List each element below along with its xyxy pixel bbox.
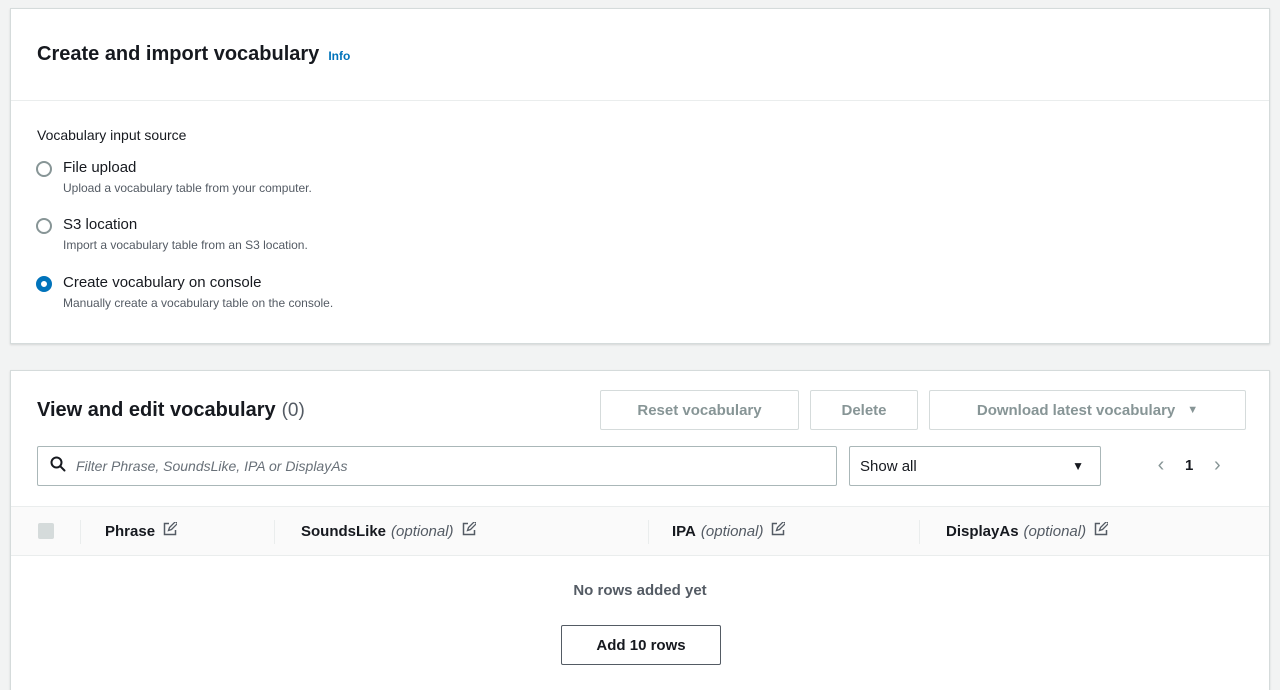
radio-label: File upload xyxy=(63,159,137,176)
reset-vocabulary-button[interactable]: Reset vocabulary xyxy=(600,390,799,430)
edit-icon[interactable] xyxy=(163,520,179,540)
create-import-panel: Create and import vocabulary Info Vocabu… xyxy=(10,8,1270,344)
select-all-checkbox[interactable] xyxy=(38,523,54,539)
input-source-label: Vocabulary input source xyxy=(37,127,187,143)
download-latest-vocabulary-button[interactable]: Download latest vocabulary ▼ xyxy=(929,390,1246,430)
caret-down-icon: ▼ xyxy=(1187,404,1199,416)
edit-icon[interactable] xyxy=(462,520,477,540)
chevron-left-icon[interactable]: ‹ xyxy=(1151,455,1171,475)
radio-label: S3 location xyxy=(63,216,138,233)
download-label: Download latest vocabulary xyxy=(976,401,1176,419)
edit-icon[interactable] xyxy=(1094,520,1110,540)
create-panel-header: Create and import vocabulary Info xyxy=(11,9,1269,101)
view-edit-panel: View and edit vocabulary (0) Reset vocab… xyxy=(10,370,1270,690)
create-panel-title: Create and import vocabulary xyxy=(37,43,320,65)
column-header-soundslike: SoundsLike (optional) xyxy=(301,520,477,540)
radio-file-upload[interactable]: File upload Upload a vocabulary table fr… xyxy=(36,159,312,195)
delete-label: Delete xyxy=(841,401,887,419)
radio-description: Manually create a vocabulary table on th… xyxy=(63,296,334,310)
column-header-displayas: DisplayAs (optional) xyxy=(946,520,1110,540)
caret-down-icon: ▼ xyxy=(1072,459,1084,473)
radio-description: Upload a vocabulary table from your comp… xyxy=(63,181,312,195)
filter-box[interactable] xyxy=(37,446,837,486)
search-icon xyxy=(50,456,66,477)
column-header-ipa: IPA (optional) xyxy=(672,520,787,540)
add-rows-label: Add 10 rows xyxy=(596,636,686,654)
radio-label: Create vocabulary on console xyxy=(63,274,262,291)
edit-icon[interactable] xyxy=(771,520,787,540)
edit-panel-header: View and edit vocabulary (0) xyxy=(37,399,305,422)
add-10-rows-button[interactable]: Add 10 rows xyxy=(561,625,721,665)
filter-input[interactable] xyxy=(76,458,776,474)
radio-description: Import a vocabulary table from an S3 loc… xyxy=(63,238,308,252)
page-number[interactable]: 1 xyxy=(1185,457,1193,474)
delete-button[interactable]: Delete xyxy=(810,390,918,430)
empty-table-message: No rows added yet xyxy=(573,582,707,599)
table-header: Phrase SoundsLike (optional) IPA (option… xyxy=(11,506,1269,556)
radio-button-selected[interactable] xyxy=(36,276,52,292)
radio-s3-location[interactable]: S3 location Import a vocabulary table fr… xyxy=(36,216,308,252)
radio-button[interactable] xyxy=(36,161,52,177)
row-count: (0) xyxy=(281,400,305,421)
edit-panel-title: View and edit vocabulary xyxy=(37,399,276,421)
column-header-phrase: Phrase xyxy=(105,520,179,540)
select-value: Show all xyxy=(860,457,917,475)
radio-button[interactable] xyxy=(36,218,52,234)
pagination: ‹ 1 › xyxy=(1151,455,1227,475)
info-link[interactable]: Info xyxy=(328,49,350,63)
radio-create-on-console[interactable]: Create vocabulary on console Manually cr… xyxy=(36,274,333,310)
show-filter-select[interactable]: Show all ▼ xyxy=(849,446,1101,486)
reset-vocabulary-label: Reset vocabulary xyxy=(637,401,762,419)
chevron-right-icon[interactable]: › xyxy=(1207,455,1227,475)
